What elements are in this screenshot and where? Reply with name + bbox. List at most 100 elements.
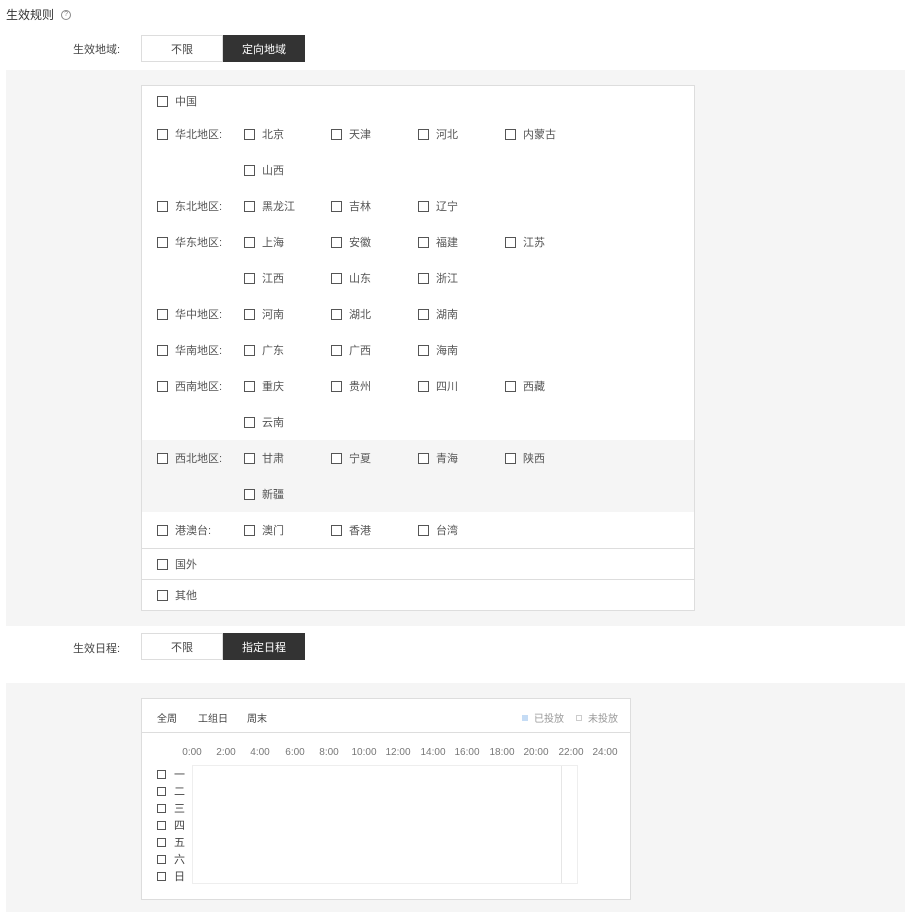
checkbox[interactable] [418, 308, 429, 320]
province-checkbox[interactable]: 湖南 [418, 307, 458, 321]
region-group-north[interactable]: 华北地区: [157, 127, 222, 141]
checkbox[interactable] [244, 488, 255, 500]
checkbox[interactable] [157, 128, 168, 140]
checkbox[interactable] [418, 380, 429, 392]
checkbox[interactable] [505, 380, 516, 392]
province-checkbox[interactable]: 海南 [418, 343, 458, 357]
province-checkbox[interactable]: 贵州 [331, 379, 371, 393]
province-checkbox[interactable]: 吉林 [331, 199, 371, 213]
region-group-northwest[interactable]: 西北地区: [157, 451, 222, 465]
checkbox[interactable] [505, 452, 516, 464]
checkbox[interactable] [418, 524, 429, 536]
checkbox[interactable] [505, 128, 516, 140]
province-checkbox[interactable]: 天津 [331, 127, 371, 141]
region-group-east[interactable]: 华东地区: [157, 235, 222, 249]
quick-select-all-week[interactable]: 全周 [157, 710, 177, 725]
region-group-hmt[interactable]: 港澳台: [157, 523, 211, 537]
checkbox[interactable] [157, 854, 166, 864]
day-checkbox[interactable]: 三 [157, 802, 185, 815]
day-checkbox[interactable]: 二 [157, 785, 185, 798]
province-checkbox[interactable]: 福建 [418, 235, 458, 249]
province-checkbox[interactable]: 宁夏 [331, 451, 371, 465]
checkbox[interactable] [331, 308, 342, 320]
checkbox[interactable] [418, 236, 429, 248]
checkbox[interactable] [157, 380, 168, 392]
province-checkbox[interactable]: 安徽 [331, 235, 371, 249]
province-checkbox[interactable]: 黑龙江 [244, 199, 295, 213]
checkbox[interactable] [244, 128, 255, 140]
checkbox[interactable] [331, 128, 342, 140]
checkbox[interactable] [505, 236, 516, 248]
region-checkbox-china[interactable]: 中国 [157, 94, 197, 108]
region-group-northeast[interactable]: 东北地区: [157, 199, 222, 213]
province-checkbox[interactable]: 云南 [244, 415, 284, 429]
checkbox[interactable] [157, 589, 168, 601]
checkbox[interactable] [418, 200, 429, 212]
checkbox[interactable] [244, 200, 255, 212]
checkbox[interactable] [157, 200, 168, 212]
day-checkbox[interactable]: 六 [157, 853, 185, 866]
checkbox[interactable] [244, 452, 255, 464]
checkbox[interactable] [244, 272, 255, 284]
schedule-option-custom[interactable]: 指定日程 [223, 633, 305, 660]
day-checkbox[interactable]: 日 [157, 870, 185, 883]
checkbox[interactable] [244, 236, 255, 248]
province-checkbox[interactable]: 四川 [418, 379, 458, 393]
day-checkbox[interactable]: 一 [157, 768, 185, 781]
region-group-southwest[interactable]: 西南地区: [157, 379, 222, 393]
checkbox[interactable] [244, 344, 255, 356]
day-checkbox[interactable]: 五 [157, 836, 185, 849]
province-checkbox[interactable]: 新疆 [244, 487, 284, 501]
province-checkbox[interactable]: 江苏 [505, 235, 545, 249]
province-checkbox[interactable]: 辽宁 [418, 199, 458, 213]
checkbox[interactable] [157, 308, 168, 320]
question-circle-icon[interactable]: ? [61, 9, 72, 20]
checkbox[interactable] [331, 236, 342, 248]
checkbox[interactable] [331, 272, 342, 284]
checkbox[interactable] [157, 803, 166, 813]
quick-select-workdays[interactable]: 工组日 [198, 710, 228, 725]
checkbox[interactable] [157, 837, 166, 847]
quick-select-weekend[interactable]: 周末 [247, 710, 267, 725]
province-checkbox[interactable]: 香港 [331, 523, 371, 537]
province-checkbox[interactable]: 河北 [418, 127, 458, 141]
province-checkbox[interactable]: 湖北 [331, 307, 371, 321]
schedule-option-unlimited[interactable]: 不限 [141, 633, 223, 660]
checkbox[interactable] [418, 128, 429, 140]
province-checkbox[interactable]: 江西 [244, 271, 284, 285]
time-slot-grid[interactable] [192, 765, 578, 884]
province-checkbox[interactable]: 陕西 [505, 451, 545, 465]
province-checkbox[interactable]: 台湾 [418, 523, 458, 537]
checkbox[interactable] [418, 344, 429, 356]
checkbox[interactable] [331, 380, 342, 392]
province-checkbox[interactable]: 上海 [244, 235, 284, 249]
checkbox[interactable] [157, 558, 168, 570]
province-checkbox[interactable]: 广东 [244, 343, 284, 357]
checkbox[interactable] [244, 380, 255, 392]
checkbox[interactable] [244, 524, 255, 536]
checkbox[interactable] [418, 452, 429, 464]
province-checkbox[interactable]: 甘肃 [244, 451, 284, 465]
checkbox[interactable] [244, 164, 255, 176]
checkbox[interactable] [331, 524, 342, 536]
checkbox[interactable] [331, 452, 342, 464]
province-checkbox[interactable]: 广西 [331, 343, 371, 357]
checkbox[interactable] [244, 416, 255, 428]
checkbox[interactable] [157, 236, 168, 248]
province-checkbox[interactable]: 青海 [418, 451, 458, 465]
province-checkbox[interactable]: 北京 [244, 127, 284, 141]
province-checkbox[interactable]: 西藏 [505, 379, 545, 393]
checkbox[interactable] [418, 272, 429, 284]
checkbox[interactable] [331, 344, 342, 356]
province-checkbox[interactable]: 澳门 [244, 523, 284, 537]
province-checkbox[interactable]: 浙江 [418, 271, 458, 285]
checkbox[interactable] [157, 820, 166, 830]
region-option-unlimited[interactable]: 不限 [141, 35, 223, 62]
province-checkbox[interactable]: 山东 [331, 271, 371, 285]
checkbox[interactable] [157, 95, 168, 107]
region-group-central[interactable]: 华中地区: [157, 307, 222, 321]
checkbox[interactable] [157, 769, 166, 779]
checkbox[interactable] [157, 524, 168, 536]
checkbox[interactable] [157, 452, 168, 464]
checkbox[interactable] [157, 871, 166, 881]
